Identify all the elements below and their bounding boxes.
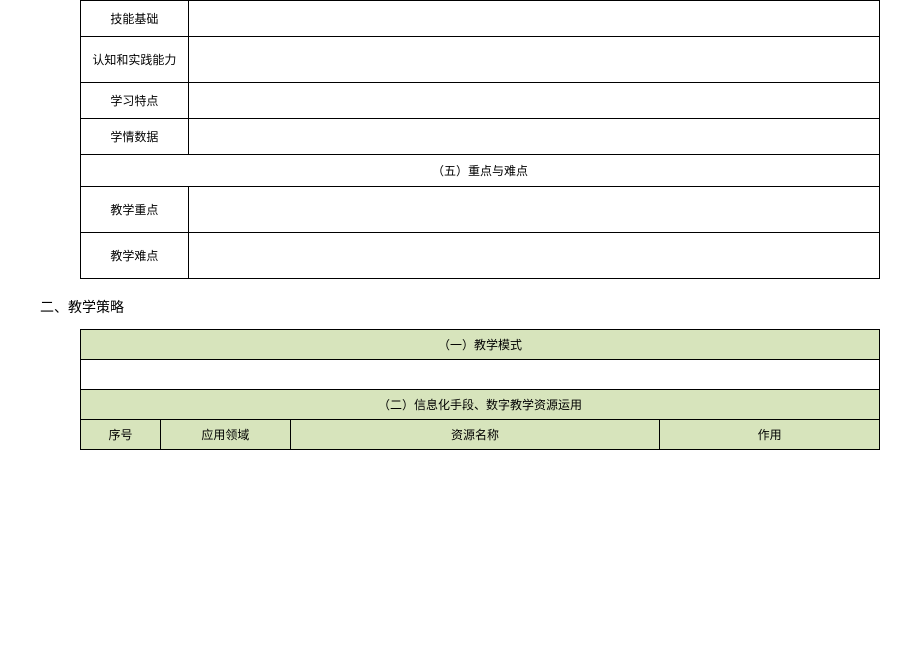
row-teaching-mode-content [81, 360, 880, 390]
section-title-2: 二、教学策略 [40, 297, 920, 317]
table-row: 认知和实践能力 [81, 37, 880, 83]
col-header-field: 应用领域 [160, 420, 290, 450]
table-row: 学习特点 [81, 83, 880, 119]
header-teaching-mode: （一）教学模式 [81, 330, 880, 360]
table-row [81, 360, 880, 390]
table-row: 技能基础 [81, 1, 880, 37]
row-label-learning: 学习特点 [81, 83, 189, 119]
section-header-5: （五）重点与难点 [81, 155, 880, 187]
row-content-difficulty [188, 233, 879, 279]
table-row-header: （二）信息化手段、数字教学资源运用 [81, 390, 880, 420]
table-row-header: （一）教学模式 [81, 330, 880, 360]
col-header-name: 资源名称 [290, 420, 660, 450]
table-row: 学情数据 [81, 119, 880, 155]
table-teaching-strategy: （一）教学模式 （二）信息化手段、数字教学资源运用 序号 应用领域 资源名称 作… [80, 329, 880, 450]
row-label-difficulty: 教学难点 [81, 233, 189, 279]
row-content-learning [188, 83, 879, 119]
table-learner-analysis: 技能基础 认知和实践能力 学习特点 学情数据 （五）重点与难点 教学重点 教学难… [80, 0, 880, 279]
col-header-seq: 序号 [81, 420, 161, 450]
row-content-skill-base [188, 1, 879, 37]
table-row: 教学难点 [81, 233, 880, 279]
row-label-key-point: 教学重点 [81, 187, 189, 233]
table-row-section-header: （五）重点与难点 [81, 155, 880, 187]
header-digital-resources: （二）信息化手段、数字教学资源运用 [81, 390, 880, 420]
row-content-data [188, 119, 879, 155]
row-content-key-point [188, 187, 879, 233]
col-header-func: 作用 [660, 420, 880, 450]
row-content-cognition [188, 37, 879, 83]
table-row: 教学重点 [81, 187, 880, 233]
row-label-skill-base: 技能基础 [81, 1, 189, 37]
row-label-data: 学情数据 [81, 119, 189, 155]
row-label-cognition: 认知和实践能力 [81, 37, 189, 83]
table-row-columns: 序号 应用领域 资源名称 作用 [81, 420, 880, 450]
